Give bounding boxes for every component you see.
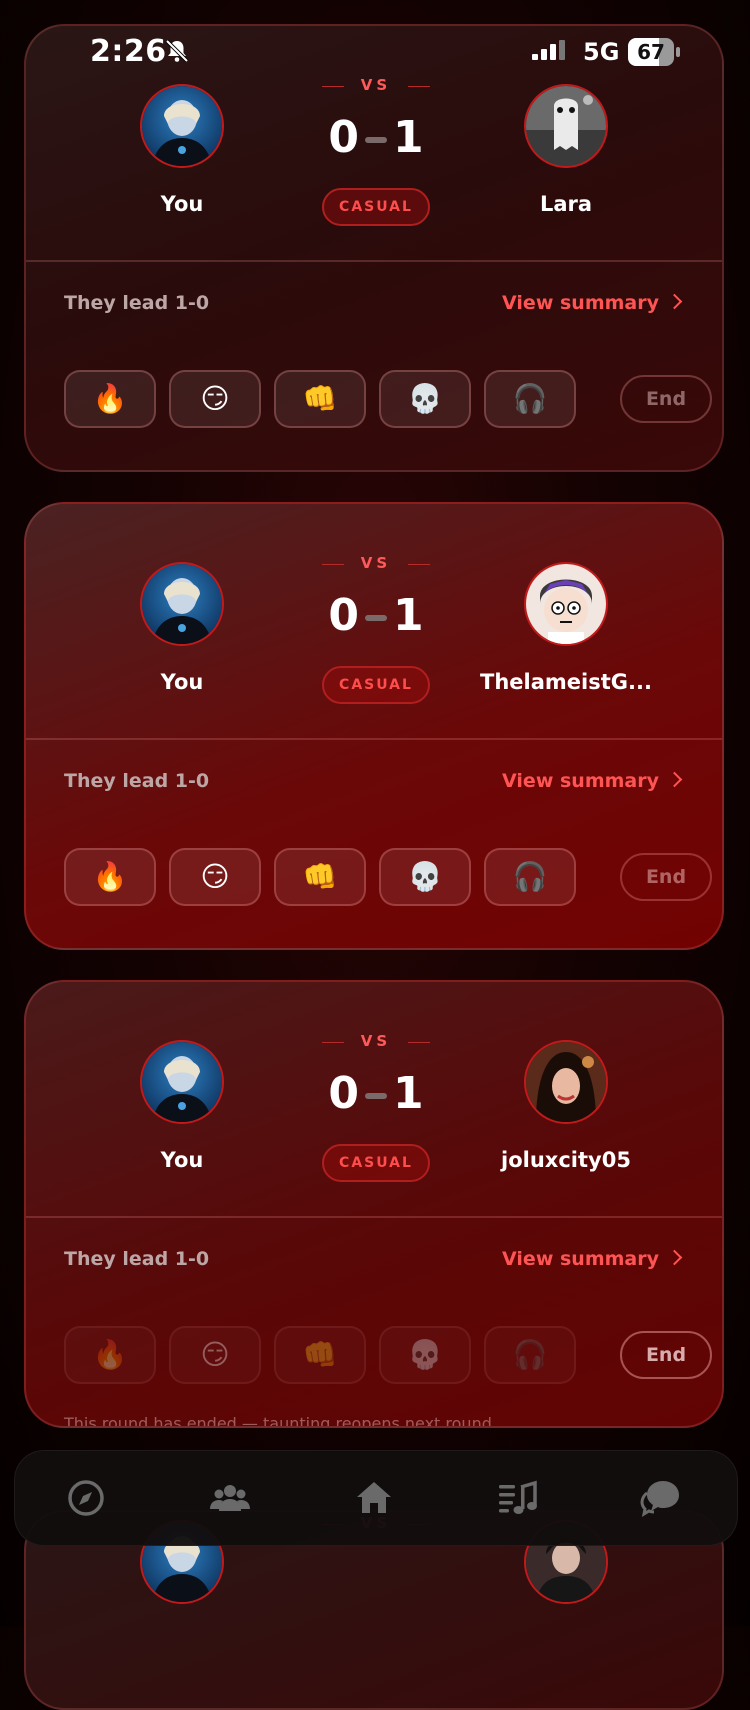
taunt-bar: 🔥 😏 👊 💀 🎧 End bbox=[64, 848, 712, 908]
mode-badge: CASUAL bbox=[322, 1144, 430, 1182]
taunt-fire-button[interactable]: 🔥 bbox=[64, 370, 156, 428]
match-card[interactable]: You VS 01 CASUAL Lara They lead 1-0 View… bbox=[24, 24, 724, 472]
nav-friends[interactable] bbox=[207, 1475, 253, 1521]
end-button[interactable]: End bbox=[620, 1331, 712, 1379]
chevron-right-icon bbox=[666, 1249, 683, 1266]
lead-text: They lead 1-0 bbox=[64, 770, 210, 792]
taunt-fist-button: 👊 bbox=[274, 1326, 366, 1384]
vs-label: VS bbox=[316, 1032, 436, 1050]
my-avatar[interactable] bbox=[140, 562, 224, 646]
divider bbox=[26, 738, 722, 740]
view-summary-link[interactable]: View summary bbox=[502, 770, 683, 792]
vs-label: VS bbox=[316, 554, 436, 572]
vs-label: VS bbox=[316, 76, 436, 94]
taunt-skull-button[interactable]: 💀 bbox=[379, 848, 471, 906]
status-time: 2:26 bbox=[90, 34, 167, 69]
taunt-smirk-button[interactable]: 😏 bbox=[169, 370, 261, 428]
nav-chat[interactable] bbox=[639, 1475, 685, 1521]
taunt-headphones-button: 🎧 bbox=[484, 1326, 576, 1384]
nav-music[interactable] bbox=[495, 1475, 541, 1521]
my-name: You bbox=[160, 192, 204, 216]
chevron-right-icon bbox=[666, 293, 683, 310]
taunt-headphones-button[interactable]: 🎧 bbox=[484, 370, 576, 428]
music-list-icon bbox=[499, 1480, 537, 1514]
score: 01 bbox=[276, 590, 476, 641]
mode-badge: CASUAL bbox=[322, 666, 430, 704]
opponent-avatar[interactable] bbox=[524, 1040, 608, 1124]
taunt-headphones-button[interactable]: 🎧 bbox=[484, 848, 576, 906]
view-summary-label: View summary bbox=[502, 1248, 659, 1270]
match-card[interactable]: You VS 01 CASUAL ThelameistG... They lea… bbox=[24, 502, 724, 950]
taunt-smirk-button: 😏 bbox=[169, 1326, 261, 1384]
score: 01 bbox=[276, 112, 476, 163]
my-name: You bbox=[160, 1148, 204, 1172]
view-summary-link[interactable]: View summary bbox=[502, 292, 683, 314]
friends-icon bbox=[210, 1485, 250, 1511]
end-button[interactable]: End bbox=[620, 375, 712, 423]
signal-icon bbox=[532, 40, 565, 60]
taunt-smirk-button[interactable]: 😏 bbox=[169, 848, 261, 906]
mode-badge: CASUAL bbox=[322, 188, 430, 226]
score-opponent: 1 bbox=[393, 590, 424, 641]
lead-text: They lead 1-0 bbox=[64, 1248, 210, 1270]
bell-muted-icon bbox=[165, 39, 189, 63]
view-summary-link[interactable]: View summary bbox=[502, 1248, 683, 1270]
battery-level: 67 bbox=[637, 40, 665, 64]
taunt-fire-button[interactable]: 🔥 bbox=[64, 848, 156, 906]
chat-icon bbox=[640, 1481, 679, 1518]
taunt-skull-button: 💀 bbox=[379, 1326, 471, 1384]
taunt-fist-button[interactable]: 👊 bbox=[274, 370, 366, 428]
nav-home[interactable] bbox=[351, 1475, 397, 1521]
opponent-avatar[interactable] bbox=[524, 562, 608, 646]
score-me: 0 bbox=[328, 112, 359, 163]
opponent-name: joluxcity05 bbox=[501, 1148, 631, 1172]
view-summary-label: View summary bbox=[502, 770, 659, 792]
taunt-fist-button[interactable]: 👊 bbox=[274, 848, 366, 906]
nav-explore[interactable] bbox=[63, 1475, 109, 1521]
network-type: 5G bbox=[583, 38, 620, 66]
score-me: 0 bbox=[328, 1068, 359, 1119]
bottom-nav bbox=[14, 1450, 738, 1546]
compass-icon bbox=[68, 1480, 104, 1516]
opponent-avatar[interactable] bbox=[524, 84, 608, 168]
score-opponent: 1 bbox=[393, 1068, 424, 1119]
opponent-name: Lara bbox=[539, 192, 593, 216]
match-card[interactable]: You VS 01 CASUAL joluxcity05 They lead 1… bbox=[24, 980, 724, 1428]
taunt-skull-button[interactable]: 💀 bbox=[379, 370, 471, 428]
taunt-fire-button: 🔥 bbox=[64, 1326, 156, 1384]
battery-icon: 67 bbox=[628, 38, 680, 66]
view-summary-label: View summary bbox=[502, 292, 659, 314]
status-bar: 2:26 5G 67 bbox=[0, 30, 750, 74]
taunt-bar: 🔥 😏 👊 💀 🎧 End bbox=[64, 1326, 712, 1386]
my-avatar[interactable] bbox=[140, 1040, 224, 1124]
score-opponent: 1 bbox=[393, 112, 424, 163]
my-name: You bbox=[160, 670, 204, 694]
lead-text: They lead 1-0 bbox=[64, 292, 210, 314]
score-me: 0 bbox=[328, 590, 359, 641]
round-ended-note: This round has ended — taunting reopens … bbox=[64, 1414, 497, 1428]
divider bbox=[26, 260, 722, 262]
end-button[interactable]: End bbox=[620, 853, 712, 901]
home-icon bbox=[357, 1482, 391, 1513]
chevron-right-icon bbox=[666, 771, 683, 788]
my-avatar[interactable] bbox=[140, 84, 224, 168]
divider bbox=[26, 1216, 722, 1218]
score: 01 bbox=[276, 1068, 476, 1119]
opponent-name: ThelameistG... bbox=[480, 670, 652, 694]
taunt-bar: 🔥 😏 👊 💀 🎧 End bbox=[64, 370, 712, 430]
